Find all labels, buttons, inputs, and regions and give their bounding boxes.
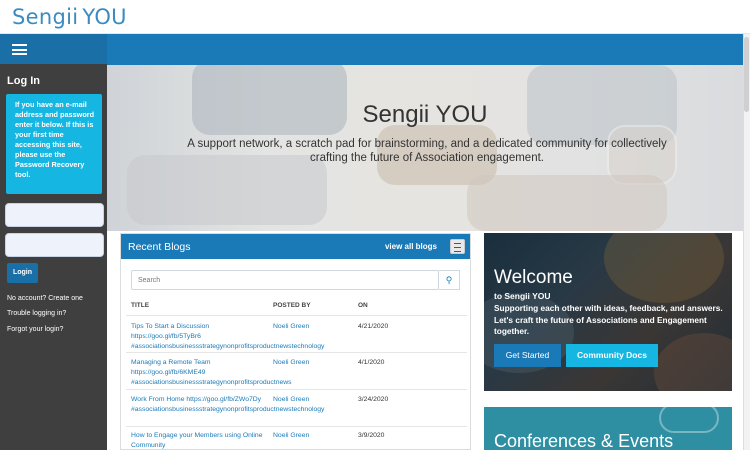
welcome-text: Supporting each other with ideas, feedba… [494,303,723,336]
blog-title-link[interactable]: How to Engage your Members using Online … [131,431,271,451]
community-docs-button[interactable]: Community Docs [566,344,658,367]
hamburger-icon [12,44,27,55]
welcome-title: Welcome [494,267,573,288]
top-nav-bar [107,34,743,65]
blogs-header: Recent Blogs view all blogs [121,234,470,259]
view-all-blogs-link[interactable]: view all blogs [385,242,437,251]
table-row: Work From Home https://goo.gl/fb/ZWo7Dy … [126,389,467,426]
blog-author-link[interactable]: Noeli Green [273,395,309,405]
list-icon[interactable] [450,239,465,254]
get-started-button[interactable]: Get Started [494,344,561,367]
column-header-on: ON [358,302,368,309]
blog-date: 3/24/2020 [358,396,389,403]
welcome-subtitle: to Sengii YOU [494,291,551,301]
welcome-panel: Welcome to Sengii YOU Supporting each ot… [484,233,732,391]
recent-blogs-panel: Recent Blogs view all blogs Search ⚲ TIT… [120,233,471,450]
column-header-title: TITLE [131,302,150,309]
blog-date: 4/21/2020 [358,323,389,330]
hero-subtitle: A support network, a scratch pad for bra… [187,138,667,164]
trouble-logging-in-link[interactable]: Trouble logging in? [7,310,66,317]
forgot-login-link[interactable]: Forgot your login? [7,326,63,333]
create-account-link[interactable]: No account? Create one [7,295,83,302]
hero-title: Sengii YOU [362,101,488,128]
hero-banner: Sengii YOU A support network, a scratch … [107,65,743,231]
login-info-box: If you have an e-mail address and passwo… [6,94,102,194]
brand-name: Sengii [12,5,79,29]
password-field[interactable] [5,233,104,257]
table-row: How to Engage your Members using Online … [126,426,467,451]
blog-title-link[interactable]: Work From Home https://goo.gl/fb/ZWo7Dy … [131,395,324,415]
blog-author-link[interactable]: Noeli Green [273,322,309,332]
blog-search-input[interactable]: Search [131,270,439,290]
column-header-posted-by: POSTED BY [273,302,311,309]
brand-logo[interactable]: Sengii YOU [12,5,127,29]
login-button[interactable]: Login [7,263,38,283]
blog-title-link[interactable]: Managing a Remote Team https://goo.gl/fb… [131,358,292,388]
cloud-icon [659,407,719,433]
blog-author-link[interactable]: Noeli Green [273,431,309,441]
top-header: Sengii YOU [0,0,750,34]
blog-date: 3/9/2020 [358,432,385,439]
table-row: Managing a Remote Team https://goo.gl/fb… [126,352,467,389]
blog-title-link[interactable]: Tips To Start a Discussion https://goo.g… [131,322,324,352]
conferences-panel: Conferences & Events [484,407,732,450]
hero-photo-jeans [467,175,667,231]
left-sidebar: Log In If you have an e-mail address and… [0,34,107,450]
table-row: Tips To Start a Discussion https://goo.g… [126,315,467,352]
login-title: Log In [7,75,40,87]
blog-date: 4/1/2020 [358,359,385,366]
conferences-title[interactable]: Conferences & Events [494,431,673,450]
blogs-title: Recent Blogs [128,241,191,253]
brand-suffix: YOU [82,5,127,29]
scrollbar-thumb[interactable] [744,37,749,112]
hero-photo-legs [127,155,327,225]
menu-toggle-button[interactable] [0,34,107,64]
blog-author-link[interactable]: Noeli Green [273,358,309,368]
search-icon[interactable]: ⚲ [439,270,460,290]
username-field[interactable] [5,203,104,227]
